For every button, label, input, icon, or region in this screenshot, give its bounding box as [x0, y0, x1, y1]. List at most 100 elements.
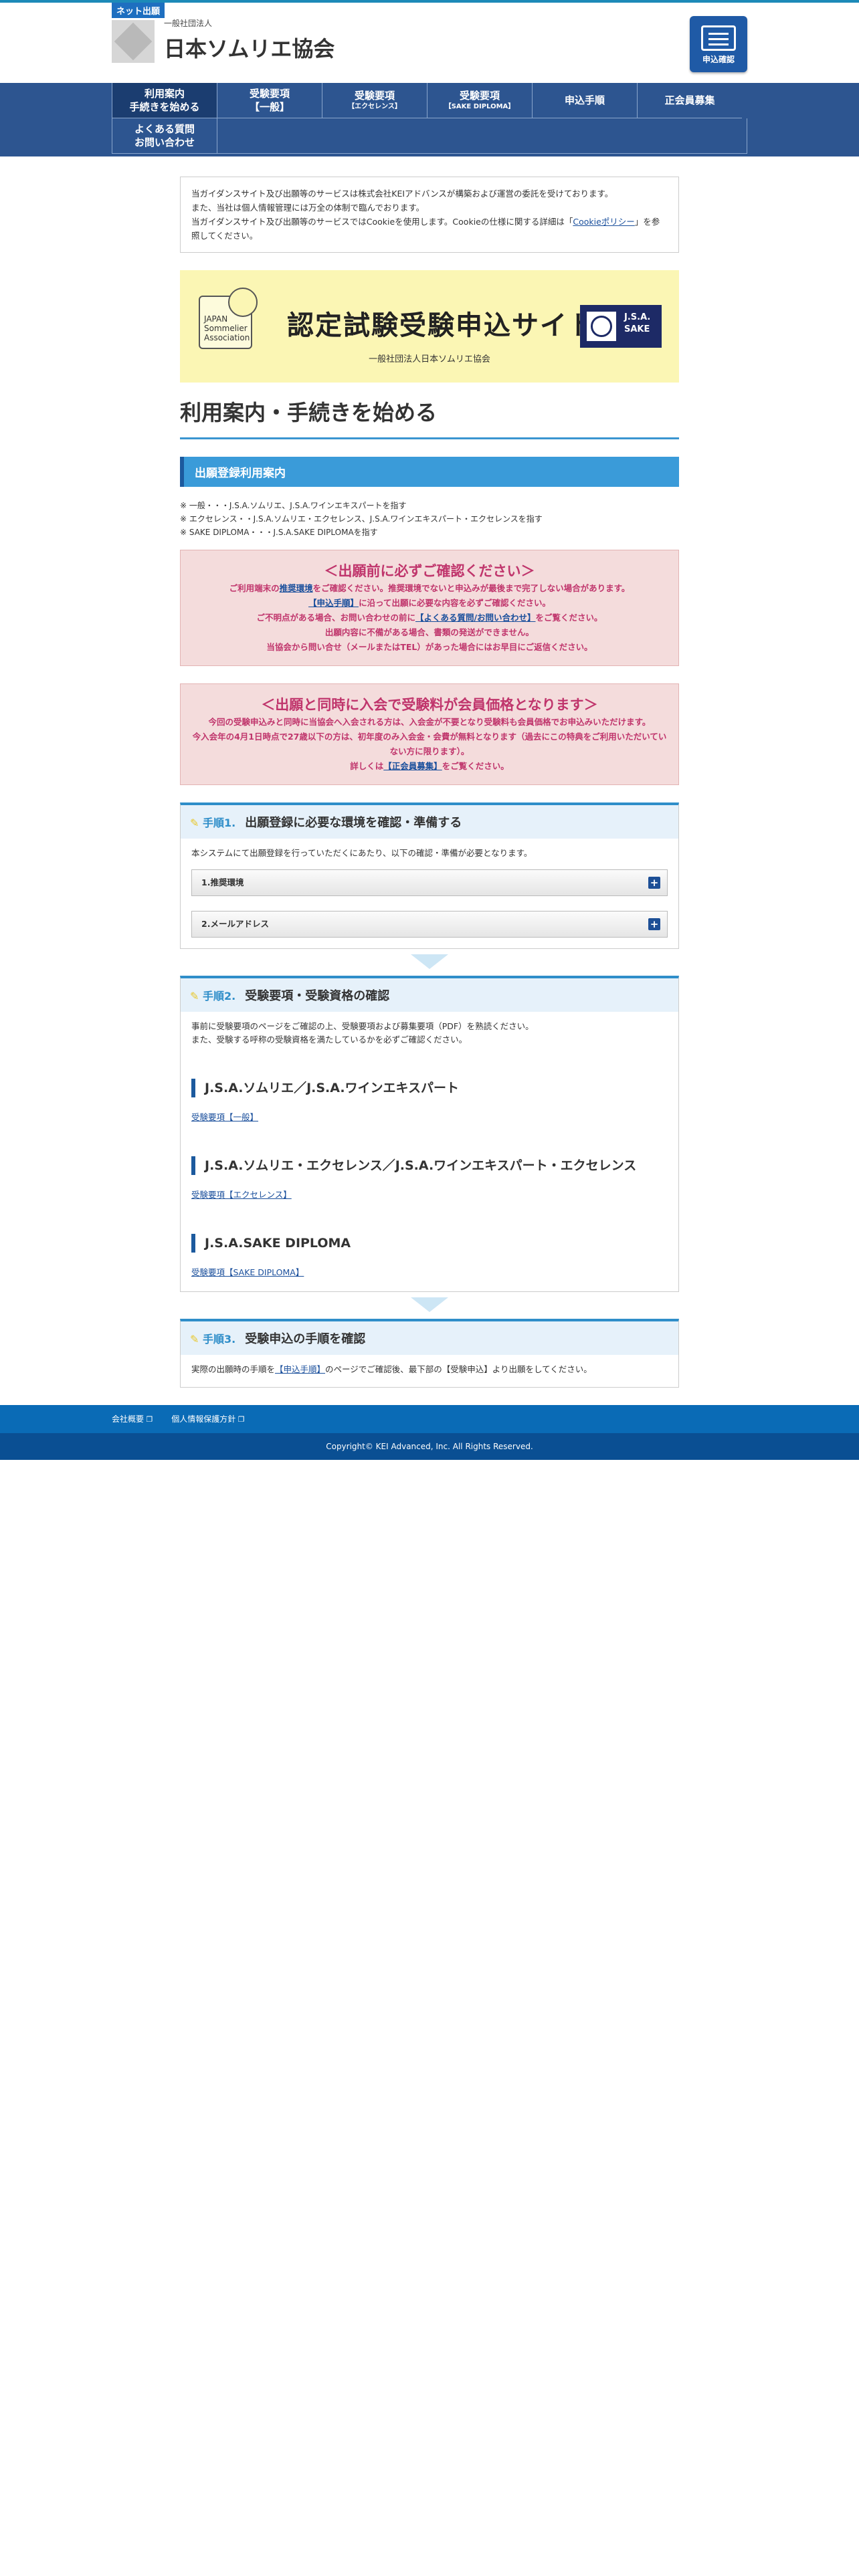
alert-line: 当協会から問い合せ（メールまたはTEL）があった場合にはお早目にご返信ください。: [266, 642, 593, 652]
membership-link[interactable]: 【正会員募集】: [383, 761, 442, 771]
pre-application-alert: ＜出願前に必ずご確認ください＞ ご利用端末の推奨環境をご確認ください。推奨環境で…: [180, 550, 679, 666]
nav-item-procedure[interactable]: 申込手順: [532, 83, 637, 118]
recommended-env-link[interactable]: 推奨環境: [280, 583, 313, 593]
step-title: 受験要項・受験資格の確認: [245, 989, 390, 1003]
alert-text: 詳しくは: [350, 761, 384, 771]
main-content: 当ガイダンスサイト及び出願等のサービスは株式会社KEIアドバンスが構築および運営…: [180, 156, 679, 1388]
step-description: 本システムにて出願登録を行っていただくにあたり、以下の確認・準備が必要となります…: [191, 848, 533, 858]
procedure-link[interactable]: 【申込手順】: [275, 1364, 325, 1374]
nav-item-requirements-general[interactable]: 受験要項 【一般】: [217, 83, 322, 118]
jsa-logo-circle-icon: [228, 288, 258, 317]
notice-text: 当ガイダンスサイト及び出願等のサービスではCookieを使用します。Cookie…: [191, 217, 573, 227]
jsa-logo: JAPAN Sommelier Association: [199, 288, 258, 349]
list-item: 一般・・・J.S.A.ソムリエ、J.S.A.ワインエキスパートを指す: [180, 499, 679, 512]
faq-link[interactable]: 【よくある質問/お問い合わせ】: [415, 613, 536, 623]
nav-item-guide[interactable]: 利用案内 手続きを始める: [112, 83, 217, 118]
step-2-header: 手順2. 受験要項・受験資格の確認: [181, 978, 678, 1012]
definition-list: 一般・・・J.S.A.ソムリエ、J.S.A.ワインエキスパートを指す エクセレン…: [180, 499, 679, 539]
plus-icon[interactable]: +: [648, 918, 660, 930]
step-number: 手順1.: [190, 817, 235, 829]
step-title: 受験申込の手順を確認: [245, 1332, 366, 1346]
sub-heading-excellence: J.S.A.ソムリエ・エクセレンス／J.S.A.ワインエキスパート・エクセレンス: [191, 1156, 668, 1175]
accordion-label: 2.メールアドレス: [201, 919, 269, 929]
step-number: 手順2.: [190, 990, 235, 1002]
sake-logo-text: J.S.A. SAKE: [624, 312, 651, 334]
notice-line: また、当社は個人情報管理には万全の体制で臨んでおります。: [191, 203, 425, 213]
alert-line: 今回の受験申込みと同時に当協会へ入会される方は、入会金が不要となり受験料も会員価…: [208, 717, 651, 727]
step-description: 事前に受験要項のページをご確認の上、受験要項および募集要項（PDF）を熟読くださ…: [191, 1021, 534, 1031]
nav-item-membership[interactable]: 正会員募集: [637, 83, 742, 118]
list-item: エクセレンス・・J.S.A.ソムリエ・エクセレンス、J.S.A.ワインエキスパー…: [180, 512, 679, 526]
nav-label-sub: 【一般】: [249, 101, 290, 113]
nav-spacer: [217, 118, 747, 154]
sub-heading-sake: J.S.A.SAKE DIPLOMA: [191, 1234, 668, 1253]
step-description: 実際の出願時の手順を: [191, 1364, 276, 1374]
nav-item-requirements-sake[interactable]: 受験要項 【SAKE DIPLOMA】: [427, 83, 532, 118]
down-arrow-icon: [411, 1297, 448, 1312]
nav-label: 受験要項: [354, 90, 395, 102]
nav-label: 受験要項: [459, 90, 500, 102]
alert-line: ご利用端末の推奨環境をご確認ください。推奨環境でないと申込みが最後まで完了しない…: [189, 581, 670, 596]
page-title: 利用案内・手続きを始める: [180, 396, 679, 439]
membership-alert: ＜出願と同時に入会で受験料が会員価格となります＞ 今回の受験申込みと同時に当協会…: [180, 683, 679, 785]
alert-line: 【申込手順】に沿って出願に必要な内容を必ずご確認ください。: [189, 596, 670, 611]
step-description: また、受験する呼称の受験資格を満たしているかを必ずご確認ください。: [191, 1035, 468, 1045]
alert-text: に沿って出願に必要な内容を必ずご確認ください。: [359, 598, 551, 608]
footer-links-bar: 会社概要 個人情報保護方針: [0, 1405, 859, 1433]
site-header: ネット出願 一般社団法人 日本ソムリエ協会 申込確認: [112, 3, 747, 83]
sub-heading-general: J.S.A.ソムリエ／J.S.A.ワインエキスパート: [191, 1079, 668, 1097]
notice-line: 当ガイダンスサイト及び出願等のサービスは株式会社KEIアドバンスが構築および運営…: [191, 189, 613, 199]
notice-line: 当ガイダンスサイト及び出願等のサービスではCookieを使用します。Cookie…: [191, 215, 668, 243]
step-title: 出願登録に必要な環境を確認・準備する: [245, 816, 462, 830]
nav-label: 利用案内: [144, 88, 185, 100]
org-type-label: 一般社団法人: [164, 19, 213, 28]
nav-item-faq[interactable]: よくある質問 お問い合わせ: [112, 118, 217, 154]
nav-item-requirements-excellence[interactable]: 受験要項 【エクセレンス】: [322, 83, 427, 118]
nav-label: 正会員募集: [664, 94, 715, 106]
alert-line: 今入会年の4月1日時点で27歳以下の方は、初年度のみ入会金・会費が無料となります…: [192, 732, 667, 756]
step-1-header: 手順1. 出願登録に必要な環境を確認・準備する: [181, 805, 678, 839]
nav-label: 受験要項: [249, 88, 290, 100]
banner-subtitle: 一般社団法人日本ソムリエ協会: [369, 354, 490, 364]
company-profile-link[interactable]: 会社概要: [112, 1414, 153, 1424]
accordion-email[interactable]: 2.メールアドレス +: [191, 911, 668, 938]
copyright: Copyright© KEI Advanced, Inc. All Rights…: [0, 1433, 859, 1460]
cookie-policy-link[interactable]: Cookieポリシー: [573, 217, 634, 227]
alert-title: ＜出願前に必ずご確認ください＞: [324, 563, 535, 579]
apply-confirm-button[interactable]: 申込確認: [690, 16, 747, 72]
association-logo-icon[interactable]: [112, 20, 155, 63]
list-item: SAKE DIPLOMA・・・J.S.A.SAKE DIPLOMAを指す: [180, 526, 679, 539]
requirements-sake-link[interactable]: 受験要項【SAKE DIPLOMA】: [191, 1266, 668, 1279]
main-nav: 利用案内 手続きを始める 受験要項 【一般】 受験要項 【エクセレンス】 受験要…: [0, 83, 859, 156]
nav-label-sub: 【エクセレンス】: [348, 103, 401, 110]
privacy-notice: 当ガイダンスサイト及び出願等のサービスは株式会社KEIアドバンスが構築および運営…: [180, 177, 679, 253]
step-1-panel: 手順1. 出願登録に必要な環境を確認・準備する 本システムにて出願登録を行っていた…: [180, 802, 679, 949]
procedure-link[interactable]: 【申込手順】: [308, 598, 359, 608]
apply-confirm-label: 申込確認: [702, 55, 735, 64]
alert-line: 出願内容に不備がある場合、書類の発送ができません。: [324, 627, 535, 637]
alert-title: ＜出願と同時に入会で受験料が会員価格となります＞: [261, 697, 598, 713]
net-application-badge: ネット出願: [112, 3, 165, 18]
step-3-panel: 手順3. 受験申込の手順を確認 実際の出願時の手順を【申込手順】のページでご確認後…: [180, 1319, 679, 1388]
requirements-general-link[interactable]: 受験要項【一般】: [191, 1111, 668, 1124]
nav-label-sub: お問い合わせ: [134, 136, 195, 148]
exam-site-banner: JAPAN Sommelier Association 認定試験受験申込サイト …: [180, 270, 679, 383]
sake-diploma-logo: J.S.A. SAKE: [580, 305, 662, 348]
sake-logo-mark-icon: [587, 312, 616, 341]
alert-text: をご覧ください。: [442, 761, 509, 771]
form-list-icon: [701, 25, 736, 51]
nav-label: よくある質問: [134, 123, 195, 135]
alert-line: ご不明点がある場合、お問い合わせの前に【よくある質問/お問い合わせ】をご覧くださ…: [189, 611, 670, 625]
requirements-excellence-link[interactable]: 受験要項【エクセレンス】: [191, 1188, 668, 1202]
alert-line: 詳しくは【正会員募集】をご覧ください。: [189, 759, 670, 774]
alert-text: ご不明点がある場合、お問い合わせの前に: [256, 613, 415, 623]
accordion-label: 1.推奨環境: [201, 877, 244, 887]
banner-title: 認定試験受験申込サイト: [287, 310, 596, 341]
nav-label: 申込手順: [564, 94, 605, 106]
org-name[interactable]: 日本ソムリエ協会: [164, 32, 335, 63]
step-number: 手順3.: [190, 1333, 235, 1346]
privacy-policy-link[interactable]: 個人情報保護方針: [171, 1414, 244, 1424]
plus-icon[interactable]: +: [648, 877, 660, 889]
alert-text: をご覧ください。: [535, 613, 603, 623]
accordion-recommended-env[interactable]: 1.推奨環境 +: [191, 869, 668, 896]
